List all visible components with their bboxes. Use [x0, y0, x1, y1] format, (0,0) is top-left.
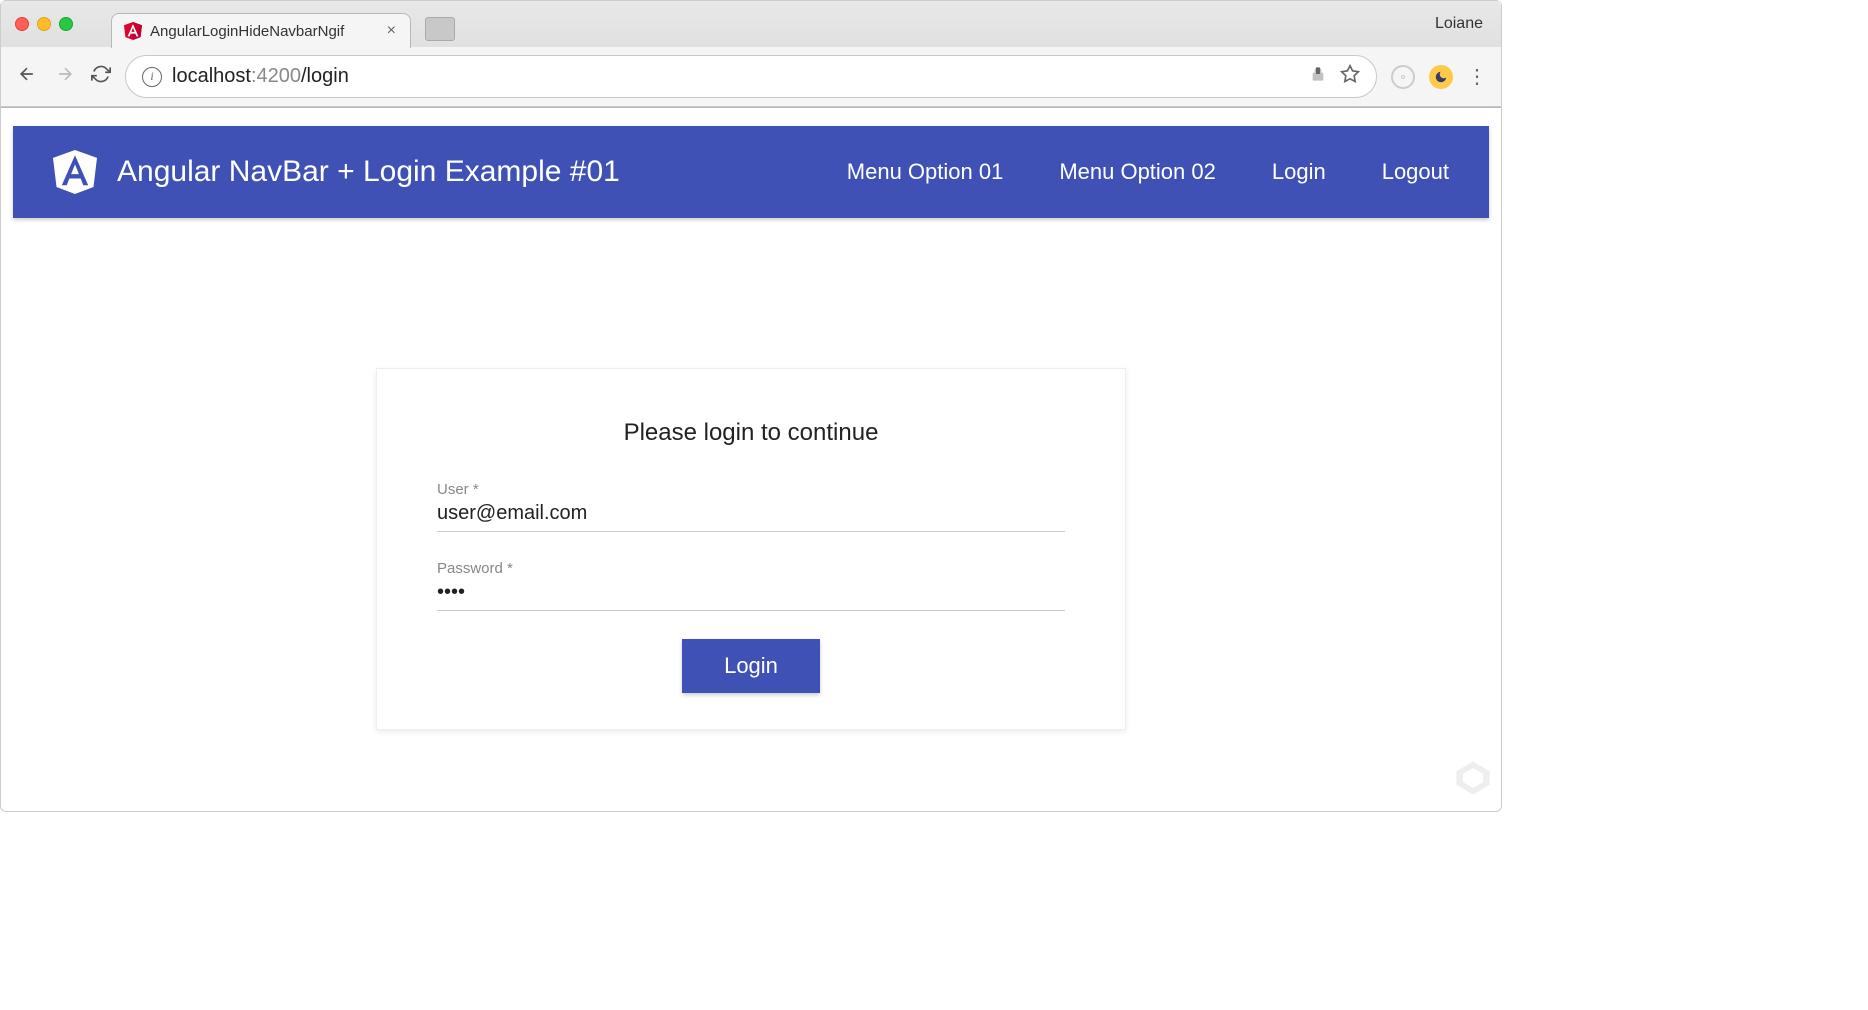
window-close-icon[interactable] [15, 17, 29, 31]
angular-logo-icon [53, 148, 97, 196]
browser-tab[interactable]: AngularLoginHideNavbarNgif × [111, 13, 411, 48]
login-button[interactable]: Login [682, 639, 820, 693]
browser-toolbar: i localhost:4200/login ⋮ [1, 47, 1501, 107]
tab-title: AngularLoginHideNavbarNgif [150, 23, 344, 40]
navbar-menu: Menu Option 01 Menu Option 02 Login Logo… [847, 159, 1449, 185]
password-field: Password * [437, 560, 1065, 611]
reload-button[interactable] [91, 64, 111, 90]
url-port: :4200 [251, 65, 301, 87]
tab-close-icon[interactable]: × [387, 22, 396, 40]
navbar-menu-item-option1[interactable]: Menu Option 01 [847, 159, 1004, 185]
extension-target-icon[interactable] [1391, 65, 1415, 89]
window-maximize-icon[interactable] [59, 17, 73, 31]
url-path: /login [301, 65, 349, 87]
chrome-menu-icon[interactable]: ⋮ [1467, 64, 1487, 89]
url-text: localhost:4200/login [172, 65, 349, 88]
window-controls [15, 17, 73, 31]
toolbar-extension-icons: ⋮ [1391, 64, 1487, 89]
url-host: localhost [172, 65, 251, 87]
bookmark-star-icon[interactable] [1340, 64, 1360, 89]
angular-favicon-icon [124, 22, 142, 40]
navbar-menu-item-option2[interactable]: Menu Option 02 [1059, 159, 1216, 185]
save-password-icon[interactable] [1310, 66, 1326, 87]
navbar-menu-item-logout[interactable]: Logout [1382, 159, 1449, 185]
extension-moon-icon[interactable] [1429, 65, 1453, 89]
back-button[interactable] [15, 64, 39, 90]
window-minimize-icon[interactable] [37, 17, 51, 31]
address-bar-icons [1310, 64, 1360, 89]
navbar-title: Angular NavBar + Login Example #01 [117, 155, 620, 189]
browser-chrome: AngularLoginHideNavbarNgif × Loiane i lo… [1, 1, 1501, 108]
chrome-profile-name[interactable]: Loiane [1435, 15, 1483, 33]
login-heading: Please login to continue [437, 419, 1065, 447]
password-input[interactable] [437, 581, 1065, 604]
navbar-menu-item-login[interactable]: Login [1272, 159, 1326, 185]
site-info-icon[interactable]: i [142, 67, 162, 87]
new-tab-button[interactable] [425, 17, 455, 41]
user-field: User * [437, 481, 1065, 532]
app-navbar: Angular NavBar + Login Example #01 Menu … [13, 126, 1489, 218]
tab-bar: AngularLoginHideNavbarNgif × Loiane [1, 1, 1501, 47]
forward-button[interactable] [53, 64, 77, 90]
user-input[interactable] [437, 502, 1065, 525]
address-bar[interactable]: i localhost:4200/login [125, 55, 1377, 98]
watermark-icon [1453, 758, 1493, 803]
user-label: User * [437, 481, 1065, 498]
login-card: Please login to continue User * Password… [376, 368, 1126, 730]
password-label: Password * [437, 560, 1065, 577]
